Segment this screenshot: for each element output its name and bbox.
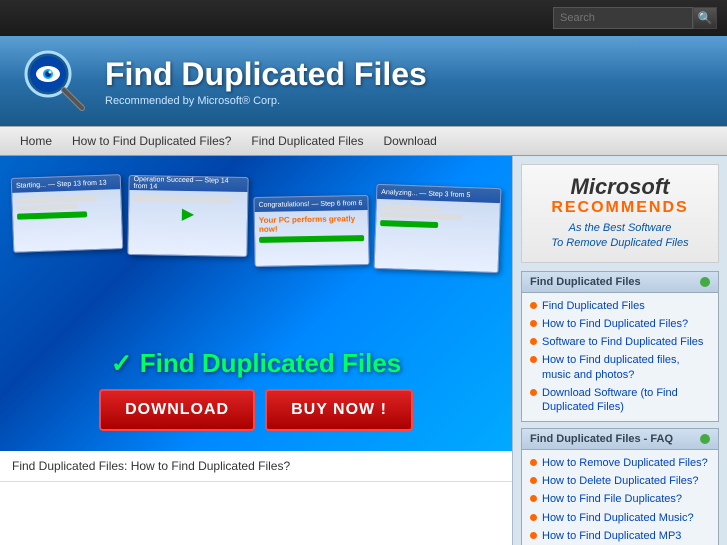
buynow-button[interactable]: BUY NOW !: [265, 389, 413, 431]
sidebar-link-2-1[interactable]: How to Delete Duplicated Files?: [522, 472, 718, 490]
sidebar-link-2-4[interactable]: How to Find Duplicated MP3 Files?: [522, 527, 718, 545]
screenshot-window-3: Congratulations! — Step 6 from 6 Your PC…: [253, 195, 369, 267]
screenshot-window-2: Operation Succeed — Step 14 from 14 ▶: [127, 175, 248, 257]
section2-indicator: [700, 434, 710, 444]
sidebar-link-2-0[interactable]: How to Remove Duplicated Files?: [522, 454, 718, 472]
screenshot-window-4: Analyzing... — Step 3 from 5: [374, 184, 502, 273]
hero-screenshots: Starting... — Step 13 from 13 Operation …: [0, 166, 512, 366]
nav-home[interactable]: Home: [10, 126, 62, 156]
sidebar-link-2-3[interactable]: How to Find Duplicated Music?: [522, 509, 718, 527]
sidebar-link-1-3[interactable]: How to Find duplicated files, music and …: [522, 351, 718, 384]
header-text: Find Duplicated Files Recommended by Mic…: [105, 56, 427, 107]
sidebar-section-2-links: How to Remove Duplicated Files? How to D…: [521, 450, 719, 545]
orange-dot-icon: [530, 459, 537, 466]
nav-how-to[interactable]: How to Find Duplicated Files?: [62, 126, 241, 156]
hero-buttons: DOWNLOAD BUY NOW !: [99, 389, 413, 431]
sidebar-link-1-4[interactable]: Download Software (to Find Duplicated Fi…: [522, 384, 718, 417]
site-header: Find Duplicated Files Recommended by Mic…: [0, 36, 727, 126]
sidebar-section-2-header: Find Duplicated Files - FAQ: [521, 428, 719, 450]
orange-dot-icon: [530, 320, 537, 327]
sidebar-link-1-1[interactable]: How to Find Duplicated Files?: [522, 315, 718, 333]
screenshot-window-1: Starting... — Step 13 from 13: [11, 174, 124, 253]
orange-dot-icon: [530, 356, 537, 363]
right-sidebar: Microsoft RECOMMENDS As the Best Softwar…: [512, 156, 727, 545]
site-tagline: Recommended by Microsoft® Corp.: [105, 95, 427, 107]
ms-recommends-box: Microsoft RECOMMENDS As the Best Softwar…: [521, 164, 719, 263]
sidebar-section-1-header: Find Duplicated Files: [521, 271, 719, 293]
orange-dot-icon: [530, 302, 537, 309]
orange-dot-icon: [530, 532, 537, 539]
search-input[interactable]: [553, 7, 693, 29]
hero-area: Starting... — Step 13 from 13 Operation …: [0, 156, 512, 451]
orange-dot-icon: [530, 514, 537, 521]
search-button[interactable]: 🔍: [693, 7, 717, 29]
logo-icon: [20, 46, 90, 116]
hero-title: Find Duplicated Files: [111, 348, 402, 379]
sidebar-section-1: Find Duplicated Files Find Duplicated Fi…: [521, 271, 719, 422]
sidebar-section-2: Find Duplicated Files - FAQ How to Remov…: [521, 428, 719, 545]
left-content: Starting... — Step 13 from 13 Operation …: [0, 156, 512, 545]
sidebar-section-1-links: Find Duplicated Files How to Find Duplic…: [521, 293, 719, 422]
ms-tagline: As the Best Software To Remove Duplicate…: [532, 221, 708, 252]
nav-download[interactable]: Download: [373, 126, 446, 156]
nav-find[interactable]: Find Duplicated Files: [241, 126, 373, 156]
nav-bar: Home How to Find Duplicated Files? Find …: [0, 126, 727, 156]
sidebar-link-2-2[interactable]: How to Find File Duplicates?: [522, 490, 718, 508]
main-layout: Starting... — Step 13 from 13 Operation …: [0, 156, 727, 545]
orange-dot-icon: [530, 495, 537, 502]
site-title: Find Duplicated Files: [105, 56, 427, 93]
search-container: 🔍: [553, 7, 717, 29]
sidebar-link-1-2[interactable]: Software to Find Duplicated Files: [522, 333, 718, 351]
orange-dot-icon: [530, 477, 537, 484]
download-button[interactable]: DOWNLOAD: [99, 389, 255, 431]
section1-indicator: [700, 277, 710, 287]
below-hero-text: Find Duplicated Files: How to Find Dupli…: [0, 451, 512, 482]
orange-dot-icon: [530, 389, 537, 396]
orange-dot-icon: [530, 338, 537, 345]
top-bar: 🔍: [0, 0, 727, 36]
sidebar-link-1-0[interactable]: Find Duplicated Files: [522, 297, 718, 315]
ms-logo: Microsoft RECOMMENDS: [532, 175, 708, 217]
